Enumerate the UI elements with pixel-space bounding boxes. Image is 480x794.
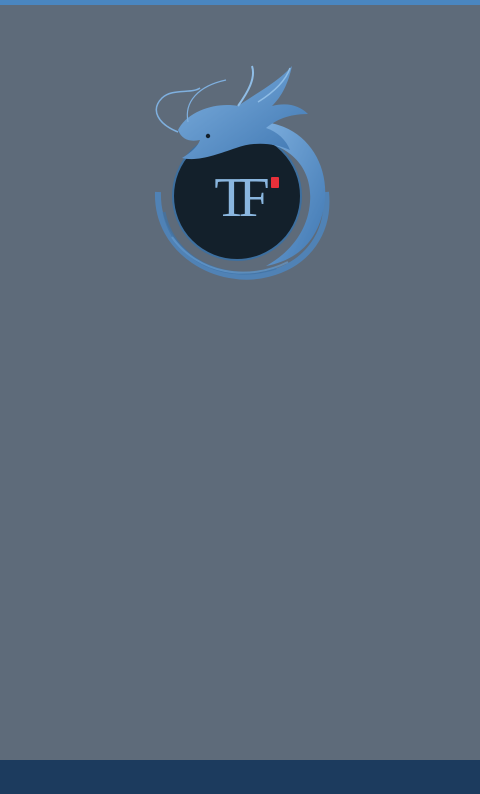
splash-screen: TF xyxy=(0,0,480,794)
red-seal-icon xyxy=(271,177,279,188)
bottom-bar xyxy=(0,760,480,794)
logo-monogram: TF xyxy=(214,167,269,229)
top-accent-bar xyxy=(0,0,480,5)
